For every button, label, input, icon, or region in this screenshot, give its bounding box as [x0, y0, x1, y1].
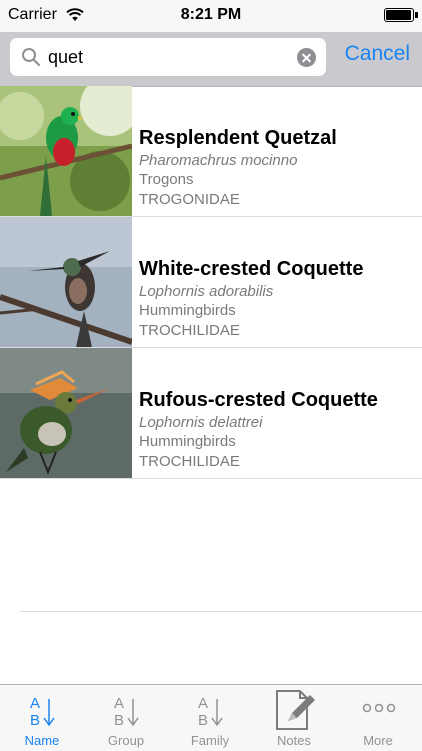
bird-photo	[0, 217, 132, 347]
svg-text:B: B	[198, 712, 208, 729]
tab-family[interactable]: A B Family	[168, 685, 252, 751]
row-text: Rufous-crested Coquette Lophornis delatt…	[139, 388, 378, 472]
bird-name: Resplendent Quetzal	[139, 127, 337, 149]
family-name: TROGONIDAE	[139, 191, 240, 208]
tab-bar: A B Name A B Group A B Family Notes More	[0, 684, 422, 751]
results-list: Resplendent Quetzal Pharomachrus mocinno…	[0, 86, 422, 479]
row-text: White-crested Coquette Lophornis adorabi…	[139, 257, 363, 341]
svg-text:A: A	[30, 695, 40, 712]
bird-name: Rufous-crested Coquette	[139, 389, 378, 411]
svg-text:A: A	[198, 695, 208, 712]
bird-name: White-crested Coquette	[139, 258, 364, 280]
tab-label: More	[363, 733, 393, 748]
svg-text:B: B	[114, 712, 124, 729]
tab-label: Family	[190, 733, 230, 748]
tab-name[interactable]: A B Name	[0, 685, 84, 751]
tab-notes[interactable]: Notes	[252, 685, 336, 751]
scientific-name: Lophornis delattrei	[139, 414, 263, 431]
list-item[interactable]: White-crested Coquette Lophornis adorabi…	[0, 217, 422, 348]
sort-ab-icon: A B	[114, 695, 139, 729]
search-input[interactable]	[48, 42, 298, 72]
bird-photo	[0, 348, 132, 478]
group-name: Hummingbirds	[139, 433, 236, 450]
svg-text:A: A	[114, 695, 124, 712]
tab-more[interactable]: More	[336, 685, 420, 751]
status-bar: Carrier 8:21 PM	[0, 0, 422, 32]
family-name: TROCHILIDAE	[139, 453, 240, 470]
divider	[20, 611, 422, 612]
tab-label: Notes	[277, 733, 311, 748]
tab-label: Group	[107, 733, 145, 748]
notes-icon	[276, 690, 315, 730]
family-name: TROCHILIDAE	[139, 322, 240, 339]
search-field[interactable]	[10, 38, 326, 76]
group-name: Hummingbirds	[139, 302, 236, 319]
list-item[interactable]: Resplendent Quetzal Pharomachrus mocinno…	[0, 86, 422, 217]
svg-text:B: B	[30, 712, 40, 729]
sort-ab-icon: A B	[198, 695, 223, 729]
clear-search-icon[interactable]	[297, 48, 316, 67]
tab-label: Name	[24, 733, 60, 748]
more-icon	[362, 703, 396, 713]
row-text: Resplendent Quetzal Pharomachrus mocinno…	[139, 126, 337, 210]
group-name: Trogons	[139, 171, 194, 188]
tab-group[interactable]: A B Group	[84, 685, 168, 751]
sort-ab-icon: A B	[30, 695, 55, 729]
list-item[interactable]: Rufous-crested Coquette Lophornis delatt…	[0, 348, 422, 479]
cancel-button[interactable]: Cancel	[345, 42, 410, 66]
search-icon	[22, 48, 41, 67]
search-bar: Cancel	[0, 32, 422, 87]
status-time: 8:21 PM	[180, 6, 242, 23]
bird-photo	[0, 86, 132, 216]
scientific-name: Lophornis adorabilis	[139, 283, 274, 300]
battery-icon	[384, 8, 418, 22]
scientific-name: Pharomachrus mocinno	[139, 152, 298, 169]
